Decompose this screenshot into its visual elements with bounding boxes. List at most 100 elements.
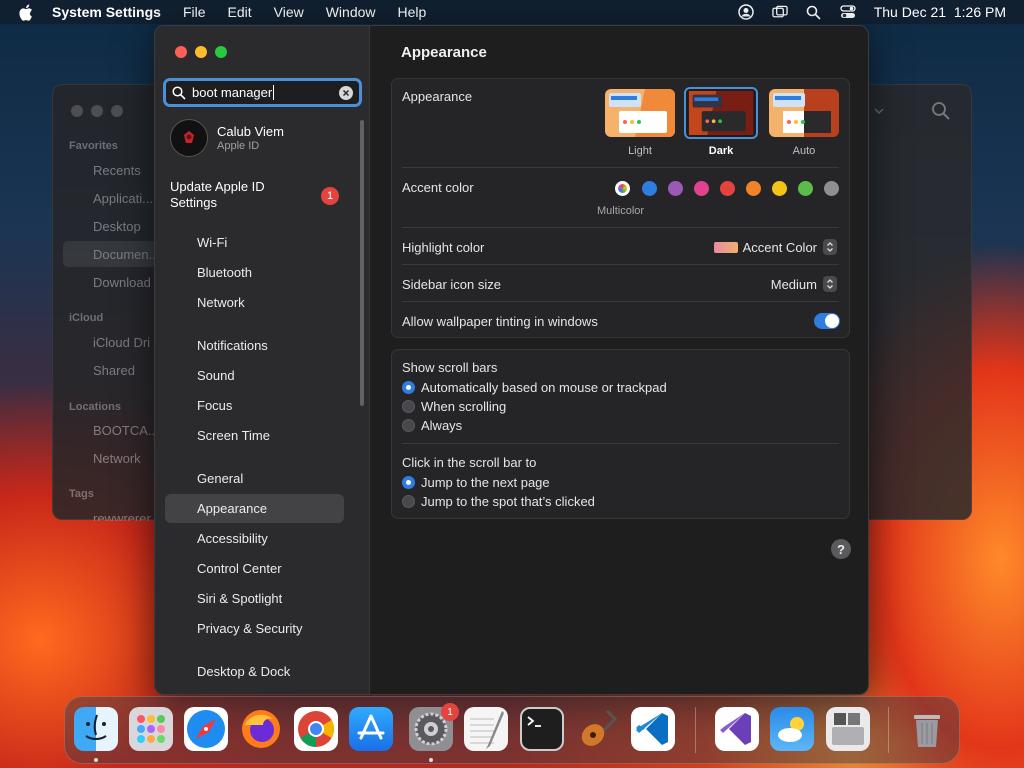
finder-icon[interactable] <box>74 707 118 751</box>
app-store-icon[interactable] <box>349 707 393 751</box>
apple-id-row[interactable]: Calub Viem Apple ID <box>170 119 284 157</box>
help-button[interactable]: ? <box>831 539 851 559</box>
jump-next-page-radio[interactable] <box>402 476 415 489</box>
sidebar-item-privacy-security[interactable]: Privacy & Security <box>197 621 302 636</box>
appearance-auto-label: Auto <box>792 145 816 157</box>
finder-item-recents[interactable]: Recents <box>93 163 155 178</box>
sidebar-item-accessibility[interactable]: Accessibility <box>197 531 268 546</box>
accent-graphite-swatch[interactable] <box>824 181 839 196</box>
textedit-icon[interactable] <box>464 707 508 751</box>
boot-camp-icon[interactable] <box>826 707 870 751</box>
sidebar-scrollbar[interactable] <box>360 120 364 406</box>
weather-icon[interactable] <box>770 707 814 751</box>
page-title: Appearance <box>401 44 487 61</box>
finder-item-documents[interactable]: Documen... <box>93 247 155 262</box>
control-center-icon[interactable] <box>840 4 856 20</box>
accent-pink-swatch[interactable] <box>694 181 709 196</box>
sidebar-item-control-center[interactable]: Control Center <box>197 561 282 576</box>
scroll-auto-label[interactable]: Automatically based on mouse or trackpad <box>421 380 667 395</box>
sidebar-item-bluetooth[interactable]: Bluetooth <box>197 265 252 280</box>
search-input[interactable]: boot manager <box>192 85 272 100</box>
user-account-icon[interactable] <box>737 4 754 20</box>
appearance-auto-thumb[interactable] <box>769 89 839 137</box>
jump-next-page-label[interactable]: Jump to the next page <box>421 475 550 490</box>
scroll-when-scrolling-label[interactable]: When scrolling <box>421 399 506 414</box>
zoom-window-button[interactable] <box>215 46 227 58</box>
menu-help[interactable]: Help <box>398 4 427 20</box>
sidebar-item-network[interactable]: Network <box>197 295 245 310</box>
close-window-button[interactable] <box>175 46 187 58</box>
sidebar-item-wifi[interactable]: Wi-Fi <box>197 235 227 250</box>
appearance-label: Appearance <box>402 89 473 104</box>
finder-section-tags: Tags <box>69 488 94 500</box>
user-name: Calub Viem <box>217 124 284 139</box>
menu-app-name[interactable]: System Settings <box>52 4 161 20</box>
trash-icon[interactable] <box>905 707 949 751</box>
finder-item-network[interactable]: Network <box>93 451 155 466</box>
sidebar-icon-size-popup[interactable]: Medium <box>771 276 837 292</box>
accent-orange-swatch[interactable] <box>746 181 761 196</box>
vscode-icon[interactable] <box>631 707 675 751</box>
sidebar-item-appearance[interactable]: Appearance <box>197 501 267 516</box>
launchpad-icon[interactable] <box>129 707 173 751</box>
wallpaper-tinting-toggle[interactable] <box>814 313 840 329</box>
menu-clock[interactable]: Thu Dec 21 1:26 PM <box>874 4 1006 20</box>
scroll-always-label[interactable]: Always <box>421 418 462 433</box>
appearance-light-thumb[interactable] <box>605 89 675 137</box>
accent-green-swatch[interactable] <box>798 181 813 196</box>
accent-multicolor-swatch[interactable] <box>615 181 630 196</box>
sidebar-item-desktop-dock[interactable]: Desktop & Dock <box>197 664 290 679</box>
finder-section-favorites: Favorites <box>69 140 118 152</box>
sidebar-item-notifications[interactable]: Notifications <box>197 338 268 353</box>
finder-item-bootcamp[interactable]: BOOTCA... <box>93 423 155 438</box>
scroll-always-radio[interactable] <box>402 419 415 432</box>
finder-item-desktop[interactable]: Desktop <box>93 219 155 234</box>
sidebar-item-sound[interactable]: Sound <box>197 368 235 383</box>
click-scroll-bar-label: Click in the scroll bar to <box>402 455 537 470</box>
finder-search-icon[interactable] <box>931 101 951 121</box>
terminal-icon[interactable] <box>520 707 564 751</box>
sidebar-item-siri-spotlight[interactable]: Siri & Spotlight <box>197 591 282 606</box>
sidebar-item-screen-time[interactable]: Screen Time <box>197 428 270 443</box>
multicolor-label: Multicolor <box>597 205 645 217</box>
garageband-icon[interactable] <box>575 707 619 751</box>
clear-search-icon[interactable] <box>339 85 353 100</box>
safari-icon[interactable] <box>184 707 228 751</box>
menu-file[interactable]: File <box>183 4 206 20</box>
highlight-color-popup[interactable]: Accent Color <box>713 239 837 255</box>
sidebar-item-general[interactable]: General <box>197 471 243 486</box>
accent-yellow-swatch[interactable] <box>772 181 787 196</box>
firefox-icon[interactable] <box>239 707 283 751</box>
menu-edit[interactable]: Edit <box>228 4 252 20</box>
scroll-auto-radio[interactable] <box>402 381 415 394</box>
sidebar-search-field[interactable]: boot manager <box>163 78 362 107</box>
screen-mirroring-icon[interactable] <box>771 4 788 20</box>
menu-view[interactable]: View <box>274 4 304 20</box>
visual-studio-icon[interactable] <box>715 707 759 751</box>
appearance-dark-thumb[interactable] <box>684 87 758 139</box>
finder-item-tag[interactable]: rewwrerer <box>93 511 155 521</box>
accent-color-label: Accent color <box>402 180 474 195</box>
jump-spot-clicked-radio[interactable] <box>402 495 415 508</box>
popup-stepper-icon <box>823 276 837 292</box>
divider <box>402 167 839 168</box>
finder-item-downloads[interactable]: Download <box>93 275 155 290</box>
accent-purple-swatch[interactable] <box>668 181 683 196</box>
chrome-icon[interactable] <box>294 707 338 751</box>
text-caret <box>273 85 275 100</box>
accent-red-swatch[interactable] <box>720 181 735 196</box>
finder-item-shared[interactable]: Shared <box>93 363 155 378</box>
finder-item-applications[interactable]: Applicati... <box>93 191 155 206</box>
apple-icon[interactable] <box>18 3 36 21</box>
chevron-down-icon[interactable] <box>873 105 885 117</box>
finder-section-locations: Locations <box>69 401 121 413</box>
scroll-when-scrolling-radio[interactable] <box>402 400 415 413</box>
spotlight-search-icon[interactable] <box>806 4 822 20</box>
sidebar-item-focus[interactable]: Focus <box>197 398 232 413</box>
accent-blue-swatch[interactable] <box>642 181 657 196</box>
jump-spot-clicked-label[interactable]: Jump to the spot that’s clicked <box>421 494 595 509</box>
finder-item-icloud-drive[interactable]: iCloud Dri <box>93 335 155 350</box>
menu-window[interactable]: Window <box>326 4 376 20</box>
update-apple-id-settings[interactable]: Update Apple ID Settings <box>170 179 280 211</box>
minimize-window-button[interactable] <box>195 46 207 58</box>
